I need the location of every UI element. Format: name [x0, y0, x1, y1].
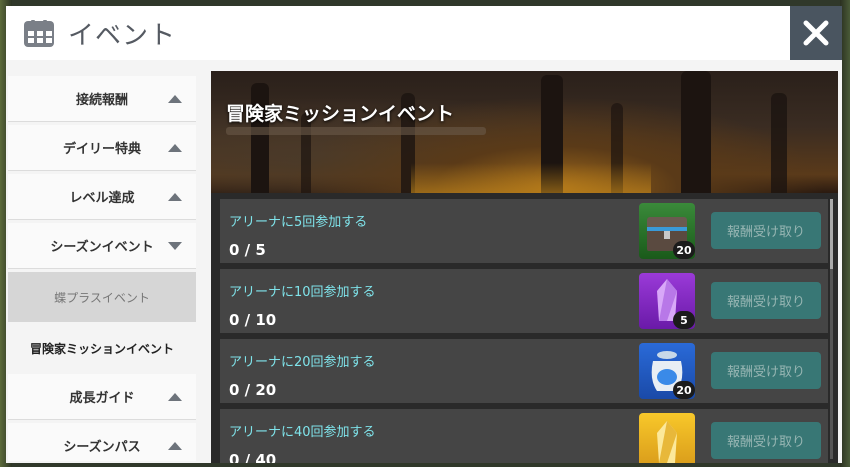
reward-count-badge: 20 [673, 241, 695, 259]
sidebar-item-label: シーズンパス [63, 440, 141, 455]
reward-count-badge: 5 [673, 311, 695, 329]
close-icon [803, 20, 829, 46]
mission-row: アリーナに20回参加する 0 / 20 20 報酬受け取り [220, 339, 828, 403]
sidebar-item-level-achievement[interactable]: レベル達成 [8, 174, 196, 220]
chevron-up-icon [168, 441, 182, 450]
chevron-up-icon [168, 192, 182, 201]
claim-reward-button[interactable]: 報酬受け取り [711, 282, 821, 319]
sidebar-item-label: 成長ガイド [69, 391, 135, 406]
mission-label: アリーナに10回参加する [229, 285, 376, 300]
sidebar-subitem-adventurer-mission[interactable]: 冒険家ミッションイベント [8, 323, 196, 373]
mission-row: アリーナに5回参加する 0 / 5 20 報酬受け取り [220, 199, 828, 263]
chevron-down-icon [168, 241, 182, 250]
sidebar-subitem-butterfly-plus[interactable]: 蝶プラスイベント [8, 272, 196, 322]
mission-progress: 0 / 5 [229, 241, 266, 259]
claim-reward-button[interactable]: 報酬受け取り [711, 212, 821, 249]
claim-reward-button[interactable]: 報酬受け取り [711, 352, 821, 389]
purple-crystal-icon[interactable]: 5 [639, 273, 695, 329]
sidebar-subitem-label: 冒険家ミッションイベント [29, 341, 174, 356]
sidebar-item-growth-guide[interactable]: 成長ガイド [8, 374, 196, 420]
mission-row: アリーナに40回参加する 0 / 40 報酬受け取り [220, 409, 828, 463]
mission-progress: 0 / 40 [229, 451, 277, 463]
event-content: 冒険家ミッションイベント アリーナに5回参加する 0 / 5 20 報酬受け取り [211, 71, 838, 463]
close-button[interactable] [790, 6, 842, 60]
sidebar-item-label: レベル達成 [69, 191, 135, 206]
window-header: イベント [6, 6, 790, 60]
page-title: イベント [68, 20, 177, 51]
sidebar-item-login-reward[interactable]: 接続報酬 [8, 76, 196, 122]
event-title: 冒険家ミッションイベント [226, 103, 455, 125]
mission-scrollbar[interactable] [830, 199, 833, 459]
gold-crystal-icon[interactable] [639, 413, 695, 463]
mission-label: アリーナに5回参加する [229, 215, 368, 230]
sidebar-item-label: 接続報酬 [75, 93, 128, 108]
event-banner: 冒険家ミッションイベント [211, 71, 838, 193]
treasure-chest-icon[interactable]: 20 [639, 203, 695, 259]
sidebar-item-label: デイリー特典 [62, 142, 141, 157]
chevron-up-icon [168, 392, 182, 401]
sidebar-item-label: シーズンイベント [50, 240, 154, 255]
sidebar-item-season-pass[interactable]: シーズンパス [8, 423, 196, 461]
claim-reward-button[interactable]: 報酬受け取り [711, 422, 821, 459]
event-subtitle-blurred [226, 127, 486, 135]
mission-progress: 0 / 10 [229, 311, 277, 329]
event-window: イベント 接続報酬 デイリー特典 レベル達成 シーズンイベント 蝶プラスイベント… [6, 6, 842, 463]
sidebar-subitem-label: 蝶プラスイベント [54, 290, 150, 305]
chevron-up-icon [168, 143, 182, 152]
chevron-up-icon [168, 94, 182, 103]
blue-jar-icon[interactable]: 20 [639, 343, 695, 399]
mission-label: アリーナに20回参加する [229, 355, 376, 370]
mission-row: アリーナに10回参加する 0 / 10 5 報酬受け取り [220, 269, 828, 333]
event-sidebar: 接続報酬 デイリー特典 レベル達成 シーズンイベント 蝶プラスイベント 冒険家ミ… [8, 76, 196, 461]
mission-progress: 0 / 20 [229, 381, 277, 399]
reward-count-badge: 20 [673, 381, 695, 399]
mission-label: アリーナに40回参加する [229, 425, 376, 440]
sidebar-item-daily-bonus[interactable]: デイリー特典 [8, 125, 196, 171]
calendar-icon [24, 19, 54, 47]
mission-list: アリーナに5回参加する 0 / 5 20 報酬受け取り アリーナに10回参加する… [220, 199, 828, 463]
sidebar-item-season-event[interactable]: シーズンイベント [8, 223, 196, 269]
